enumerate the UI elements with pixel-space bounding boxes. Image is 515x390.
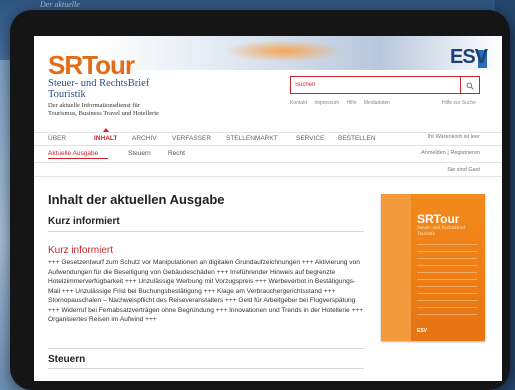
search-button[interactable] <box>460 77 479 93</box>
guest-status: Sie sind Gast <box>447 167 480 173</box>
search-input[interactable] <box>295 79 455 91</box>
subnav-active-underline <box>48 158 108 159</box>
nav-item-inhalt[interactable]: INHALT <box>94 135 117 142</box>
section-divider <box>48 231 364 232</box>
divider <box>34 176 502 177</box>
site-logo[interactable]: SRTour <box>48 50 135 81</box>
background-text: Der aktuelle <box>40 0 80 9</box>
link-hilfe[interactable]: Hilfe <box>346 100 356 106</box>
section-divider <box>48 368 364 369</box>
cover-strip <box>381 194 411 341</box>
cover-subtitle-line2: Touristik <box>417 232 435 237</box>
nav-item-stellenmarkt[interactable]: STELLENMARKT <box>226 135 278 142</box>
link-mediadaten[interactable]: Mediadaten <box>364 100 390 106</box>
section-heading: Kurz informiert <box>48 216 120 227</box>
logo-description-line1: Der aktuelle Informationsdienst für <box>48 102 140 109</box>
page-title: Inhalt der aktuellen Ausgabe <box>48 192 225 207</box>
cover-subtitle: Steuer- und RechtsBrief Touristik <box>417 226 465 238</box>
login-register-link[interactable]: Anmelden | Registrieren <box>421 150 480 156</box>
site-header: SRTour Steuer- und RechtsBrief Touristik… <box>34 36 502 124</box>
tablet-screen: SRTour Steuer- und RechtsBrief Touristik… <box>34 36 502 381</box>
section-divider <box>48 348 364 349</box>
logo-description: Der aktuelle Informationsdienst für Tour… <box>48 102 159 118</box>
logo-subtitle-line1: Steuer- und RechtsBrief <box>48 78 150 89</box>
logo-subtitle: Steuer- und RechtsBrief Touristik <box>48 78 149 100</box>
cover-publisher-logo: ESV <box>417 328 428 334</box>
search-help-link[interactable]: Hilfe zur Suche <box>442 100 476 106</box>
subnav-item-steuern[interactable]: Steuern <box>128 150 151 157</box>
subnav-item-recht[interactable]: Recht <box>168 150 185 157</box>
cart-status[interactable]: Ihr Warenkorb ist leer <box>428 134 480 140</box>
link-kontakt[interactable]: Kontakt <box>290 100 307 106</box>
nav-item-bestellen[interactable]: BESTELLEN <box>338 135 376 142</box>
publisher-logo[interactable]: ESV <box>450 46 488 69</box>
cover-title: SRTour <box>417 212 460 226</box>
logo-description-line2: Tourismus, Business Travel und Hotelleri… <box>48 110 159 117</box>
search-icon <box>466 82 474 90</box>
article-teaser: +++ Gesetzentwurf zum Schutz vor Manipul… <box>48 259 364 323</box>
link-impressum[interactable]: Impressum <box>314 100 339 106</box>
search-box <box>290 76 480 94</box>
nav-item-service[interactable]: SERVICE <box>296 135 324 142</box>
nav-item-ueber[interactable]: ÜBER <box>48 135 66 142</box>
article-heading-link[interactable]: Kurz informiert <box>48 245 113 256</box>
tablet-frame: SRTour Steuer- und RechtsBrief Touristik… <box>10 10 510 390</box>
logo-subtitle-line2: Touristik <box>48 89 86 100</box>
divider <box>34 162 502 163</box>
section-heading-steuern: Steuern <box>48 354 86 365</box>
nav-item-verfasser[interactable]: VERFASSER <box>172 135 211 142</box>
issue-cover[interactable]: SRTour Steuer- und RechtsBrief Touristik… <box>381 194 485 341</box>
cover-text-lines <box>417 244 477 321</box>
nav-item-archiv[interactable]: ARCHIV <box>132 135 157 142</box>
subnav-item-aktuelle-ausgabe[interactable]: Aktuelle Ausgabe <box>48 150 98 157</box>
header-swoosh-highlight <box>224 40 344 62</box>
